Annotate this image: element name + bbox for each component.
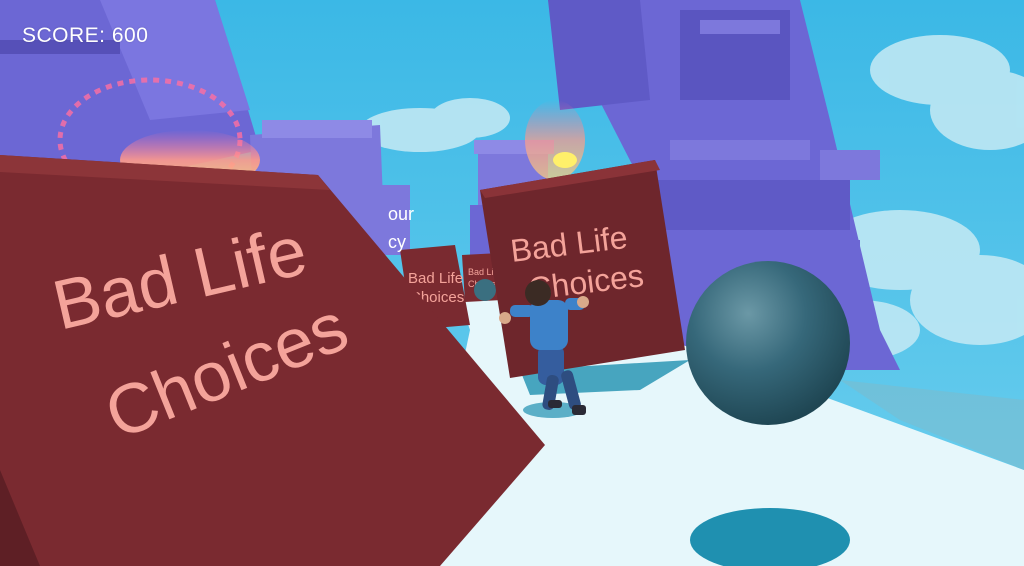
partial-crate-line1: our xyxy=(388,204,414,224)
score-value: 600 xyxy=(111,24,149,47)
score-display: SCORE: 600 xyxy=(22,24,148,48)
partial-crate-line2: cy xyxy=(388,232,406,252)
score-label: SCORE: xyxy=(22,24,106,47)
small-boulder xyxy=(474,279,496,301)
scene-canvas: Bad Life Choices Bad Life Choices our cy… xyxy=(0,0,1024,566)
game-scene: Bad Life Choices Bad Life Choices our cy… xyxy=(0,0,1024,566)
boulder xyxy=(686,261,850,425)
crate-mid: Bad Life Choices xyxy=(480,160,685,378)
fire-effect-right xyxy=(525,100,585,180)
crate-text-line1: Bad Life xyxy=(408,270,463,287)
